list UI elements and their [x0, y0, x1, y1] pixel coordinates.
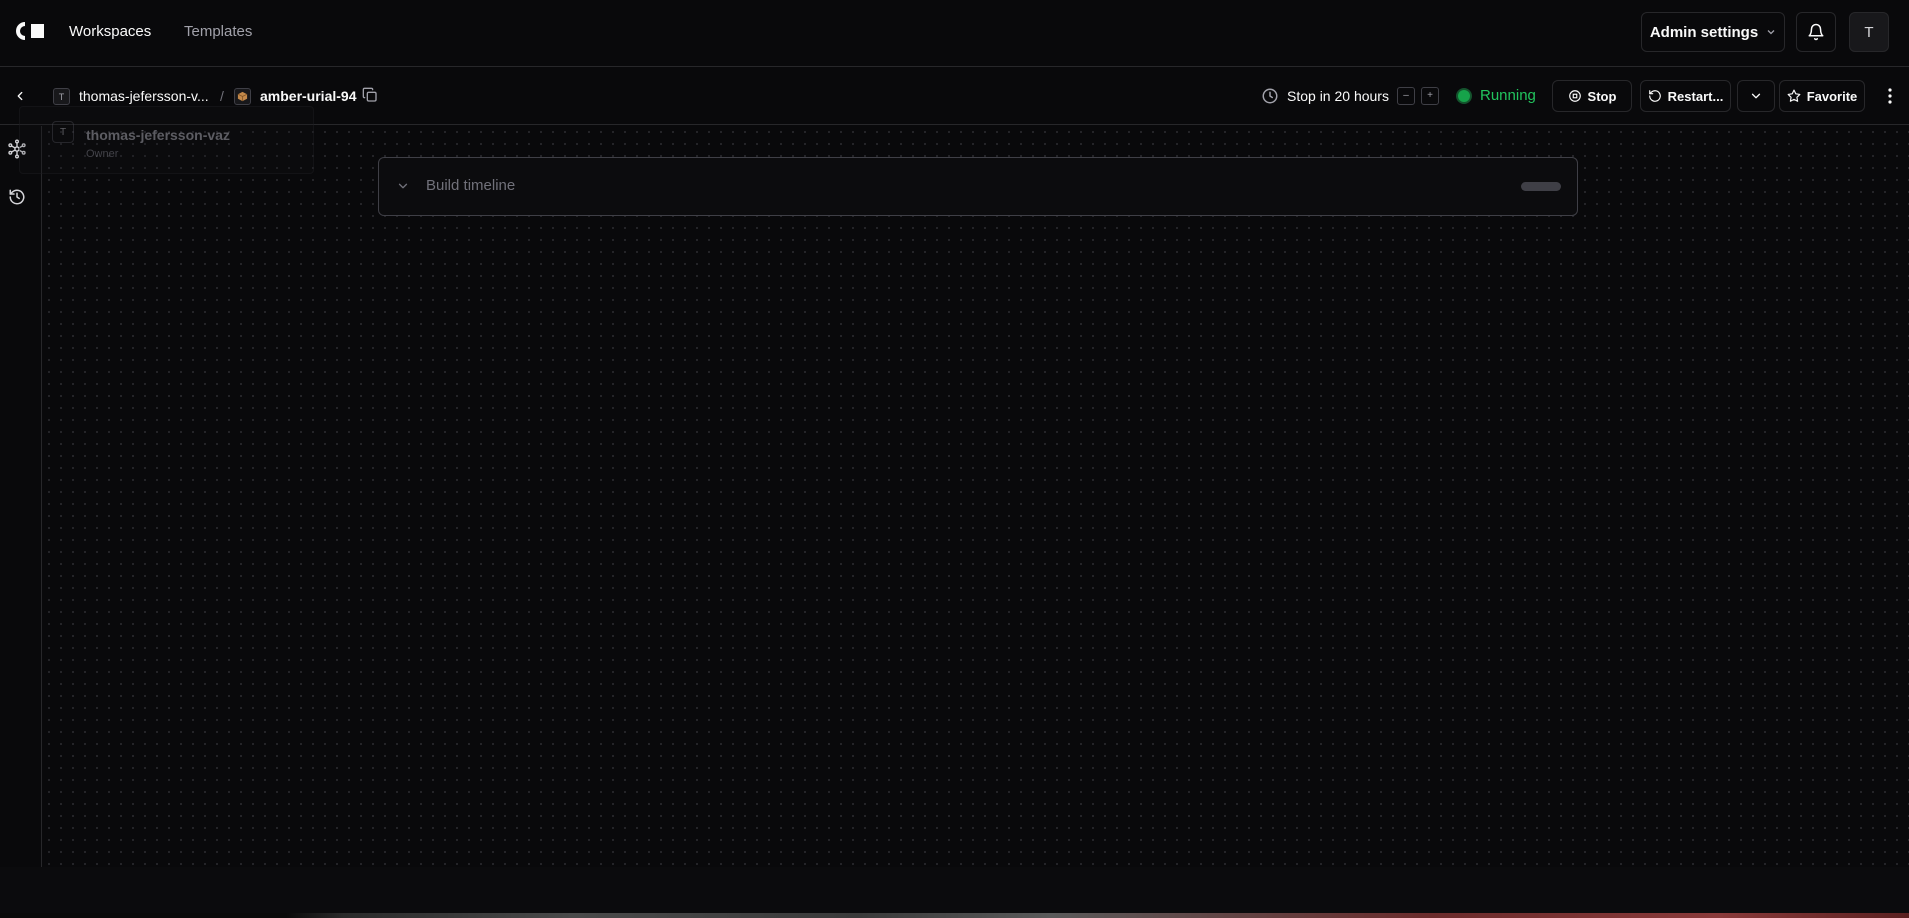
schedule-label: Stop in 20 hours [1287, 88, 1389, 104]
chevron-down-icon[interactable] [396, 179, 410, 193]
notifications-button[interactable] [1796, 12, 1836, 52]
restart-label: Restart... [1667, 88, 1724, 104]
chevron-down-icon [1767, 30, 1775, 35]
status-badge: Running [1480, 87, 1536, 104]
workspace-icon [234, 88, 251, 105]
status-indicator [1458, 90, 1470, 102]
restart-button[interactable]: Restart... [1640, 80, 1731, 112]
owner-avatar: T [52, 121, 74, 143]
bell-icon [1808, 23, 1824, 41]
more-vertical-icon [1888, 88, 1892, 104]
chevron-down-icon [1751, 93, 1761, 99]
admin-settings-label: Admin settings [1649, 23, 1759, 41]
copy-icon[interactable] [362, 87, 378, 103]
nav-templates[interactable]: Templates [184, 22, 252, 42]
decrease-deadline-button[interactable]: – [1397, 87, 1415, 105]
favorite-button[interactable]: Favorite [1779, 80, 1865, 112]
admin-settings-button[interactable]: Admin settings [1641, 12, 1785, 52]
loading-skeleton [1521, 182, 1561, 191]
history-icon [9, 189, 25, 205]
chevron-left-icon [17, 91, 23, 101]
package-icon [237, 91, 248, 102]
clock-icon [1262, 88, 1278, 104]
org-avatar: T [53, 88, 70, 105]
workspace-canvas [43, 126, 1909, 867]
star-icon [1787, 89, 1801, 102]
stop-button[interactable]: Stop [1552, 80, 1632, 112]
bottom-edge [0, 913, 1909, 918]
rotate-ccw-icon [1648, 90, 1661, 102]
top-nav: Workspaces Templates Admin settings T [0, 0, 1909, 67]
back-button[interactable] [10, 86, 30, 106]
favorite-label: Favorite [1806, 88, 1858, 104]
stop-label: Stop [1587, 88, 1617, 104]
build-timeline-card[interactable]: Build timeline [378, 157, 1578, 216]
left-sidebar [0, 126, 42, 867]
breadcrumb-owner[interactable]: thomas-jefersson-v... [79, 87, 209, 105]
stop-circle-icon [1568, 90, 1581, 102]
breadcrumb-workspace[interactable]: amber-urial-94 [260, 87, 356, 105]
increase-deadline-button[interactable]: + [1421, 87, 1439, 105]
workspace-menu-button[interactable] [1880, 86, 1900, 106]
owner-popover: T thomas-jefersson-vaz Owner [19, 106, 314, 174]
more-actions-dropdown[interactable] [1737, 80, 1775, 112]
breadcrumb-separator: / [220, 88, 224, 104]
build-timeline-title: Build timeline [426, 177, 516, 194]
coder-logo[interactable] [16, 22, 46, 40]
owner-role: Owner [86, 148, 119, 160]
owner-name: thomas-jefersson-vaz [86, 127, 230, 143]
bottom-area [0, 867, 1909, 918]
nav-workspaces[interactable]: Workspaces [69, 22, 151, 42]
history-button[interactable] [6, 186, 28, 208]
user-avatar-button[interactable]: T [1849, 12, 1889, 52]
